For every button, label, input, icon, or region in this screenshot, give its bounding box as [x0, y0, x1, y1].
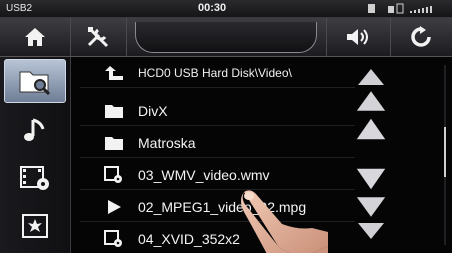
entry-name: 04_XVID_352x2 — [138, 231, 240, 247]
settings-button[interactable] — [70, 18, 127, 56]
source-label: USB2 — [6, 3, 33, 14]
triangle-up-icon — [358, 69, 384, 85]
current-path: HCD0 USB Hard Disk\Video\ — [138, 66, 292, 80]
triangle-down-icon — [358, 223, 384, 239]
refresh-button[interactable] — [390, 18, 452, 56]
home-icon — [25, 28, 45, 46]
play-icon — [98, 199, 130, 215]
list-item[interactable]: DivX — [80, 97, 355, 126]
photo-icon — [22, 214, 48, 238]
clock: 00:30 — [198, 2, 227, 14]
sidebar-item-music[interactable] — [0, 107, 70, 153]
list-item[interactable]: Matroska — [80, 129, 355, 158]
sidebar-item-video[interactable] — [0, 155, 70, 201]
triangle-down-icon — [356, 168, 386, 190]
first-page-button[interactable] — [356, 115, 386, 145]
scroll-down-button[interactable] — [356, 221, 386, 243]
folder-icon — [98, 135, 130, 151]
audio-button[interactable] — [326, 18, 391, 56]
triangle-down-icon — [356, 197, 386, 217]
entry-name: DivX — [138, 103, 168, 119]
sd-card-icon — [368, 4, 375, 13]
triangle-up-icon — [356, 91, 386, 111]
page-up-button[interactable] — [356, 89, 386, 115]
title-display-panel — [135, 21, 317, 53]
lock-icon — [388, 6, 394, 13]
last-page-button[interactable] — [356, 165, 386, 195]
scroll-controls — [356, 57, 446, 253]
hand-pointer — [241, 190, 328, 253]
sidebar — [0, 57, 71, 253]
video-film-icon — [20, 166, 49, 190]
speaker-icon — [346, 29, 368, 45]
sim-icon — [396, 3, 404, 14]
top-toolbar — [0, 18, 452, 57]
sidebar-item-browse[interactable] — [4, 59, 66, 103]
video-file-icon — [98, 166, 130, 184]
entry-name: Matroska — [138, 135, 196, 151]
folder-icon — [98, 103, 130, 119]
page-down-button[interactable] — [356, 195, 386, 221]
status-icons — [366, 3, 446, 16]
scrollbar-thumb[interactable] — [444, 127, 446, 177]
sidebar-item-photo[interactable] — [0, 203, 70, 249]
triangle-up-icon — [356, 118, 386, 140]
home-button[interactable] — [0, 18, 71, 56]
signal-icon — [410, 6, 432, 13]
folder-search-icon — [19, 71, 51, 95]
refresh-icon — [411, 26, 431, 47]
title-display — [126, 18, 326, 56]
status-bar: USB2 00:30 — [0, 0, 452, 18]
path-row[interactable]: HCD0 USB Hard Disk\Video\ — [80, 59, 355, 88]
music-note-icon — [24, 118, 45, 141]
tools-icon — [87, 27, 109, 48]
media-player-screen: USB2 00:30 HCD0 USB Hard Disk\Video\ Div… — [0, 0, 452, 253]
entry-name: 03_WMV_video.wmv — [138, 167, 270, 183]
parent-folder-icon — [98, 64, 130, 82]
video-file-icon — [98, 230, 130, 248]
